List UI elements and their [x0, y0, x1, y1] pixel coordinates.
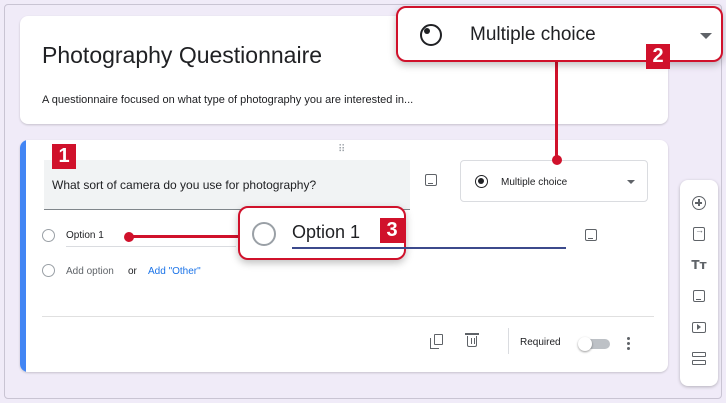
option-image-icon[interactable]	[585, 229, 597, 241]
add-video-icon[interactable]	[688, 316, 710, 338]
question-title-field[interactable]: What sort of camera do you use for photo…	[44, 160, 410, 210]
callout-question-type: Multiple choice	[396, 6, 723, 62]
footer-separator	[508, 328, 509, 354]
option-underline	[66, 246, 236, 247]
option-radio-icon	[42, 229, 55, 242]
delete-icon[interactable]	[465, 333, 479, 347]
add-title-icon[interactable]: Tт	[688, 254, 710, 276]
annotation-line-2	[555, 62, 558, 160]
active-accent-bar	[20, 140, 26, 372]
or-label: or	[128, 266, 137, 277]
add-image-icon[interactable]	[425, 174, 437, 186]
question-type-select[interactable]: Multiple choice	[460, 160, 648, 202]
annotation-line-3	[130, 235, 242, 238]
add-section-icon[interactable]	[688, 348, 710, 370]
radio-checked-icon	[475, 175, 488, 188]
toggle-knob	[578, 337, 592, 351]
form-title[interactable]: Photography Questionnaire	[42, 42, 322, 69]
add-option-link[interactable]: Add option	[66, 266, 114, 277]
callout-radio-icon	[252, 222, 276, 246]
callout-chevron-down-icon	[700, 33, 712, 39]
question-title-text: What sort of camera do you use for photo…	[52, 178, 317, 192]
required-label: Required	[520, 337, 561, 348]
add-question-icon[interactable]	[688, 192, 710, 214]
annotation-badge-1: 1	[52, 144, 76, 169]
chevron-down-icon	[627, 180, 635, 184]
callout-radio-checked-icon	[420, 24, 442, 46]
required-toggle[interactable]	[578, 337, 610, 351]
option-1-label[interactable]: Option 1	[66, 230, 104, 241]
floating-toolbar: Tт	[680, 180, 718, 386]
annotation-dot-2	[552, 155, 562, 165]
option-focus-underline	[292, 247, 566, 249]
import-questions-icon[interactable]	[688, 223, 710, 245]
more-options-icon[interactable]	[627, 342, 630, 345]
annotation-dot-3	[124, 232, 134, 242]
footer-divider	[42, 316, 654, 317]
add-option-radio-icon	[42, 264, 55, 277]
callout-option-label: Option 1	[292, 222, 361, 242]
callout-type-label: Multiple choice	[470, 24, 596, 45]
add-other-link[interactable]: Add "Other"	[148, 266, 201, 277]
duplicate-icon[interactable]	[430, 334, 443, 349]
annotation-badge-2: 2	[646, 44, 670, 69]
question-type-label: Multiple choice	[501, 177, 568, 188]
add-image-toolbar-icon[interactable]	[688, 285, 710, 307]
form-description[interactable]: A questionnaire focused on what type of …	[42, 94, 413, 106]
annotation-badge-3: 3	[380, 218, 404, 243]
drag-handle-icon[interactable]: ⠿	[338, 144, 346, 155]
